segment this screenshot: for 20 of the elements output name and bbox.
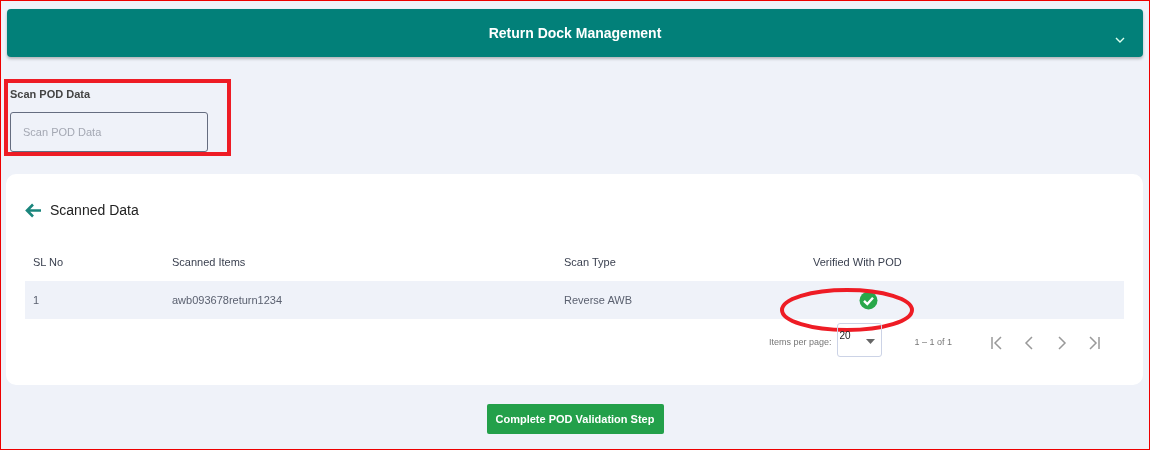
- chevron-down-icon[interactable]: [1115, 37, 1125, 43]
- column-header: Verified With POD: [813, 254, 903, 270]
- table-cell-text: Reverse AWB: [564, 292, 634, 308]
- column-header: Scan Type: [564, 254, 617, 270]
- section-title: Scanned Data: [50, 201, 139, 220]
- header-title: Return Dock Management: [488, 23, 662, 43]
- header-bar[interactable]: Return Dock Management: [7, 9, 1143, 57]
- table-cell-text: awb093678return1234: [172, 292, 284, 308]
- page-size-select[interactable]: 20: [837, 323, 883, 357]
- caret-icon: [866, 339, 876, 344]
- scan-input-field[interactable]: Scan POD Data: [10, 112, 208, 152]
- field-label: Scan POD Data: [10, 87, 91, 102]
- table-cell-text: 1: [32, 292, 41, 308]
- complete-button[interactable]: Complete POD Validation Step: [486, 404, 664, 434]
- page-size-label: Items per page:: [768, 336, 832, 350]
- page-range: 1 – 1 of 1: [914, 336, 952, 350]
- last-page-icon[interactable]: [1086, 335, 1102, 351]
- back-arrow-icon[interactable]: [25, 203, 42, 218]
- column-header: SL No: [32, 254, 65, 270]
- column-header: Scanned Items: [172, 254, 247, 270]
